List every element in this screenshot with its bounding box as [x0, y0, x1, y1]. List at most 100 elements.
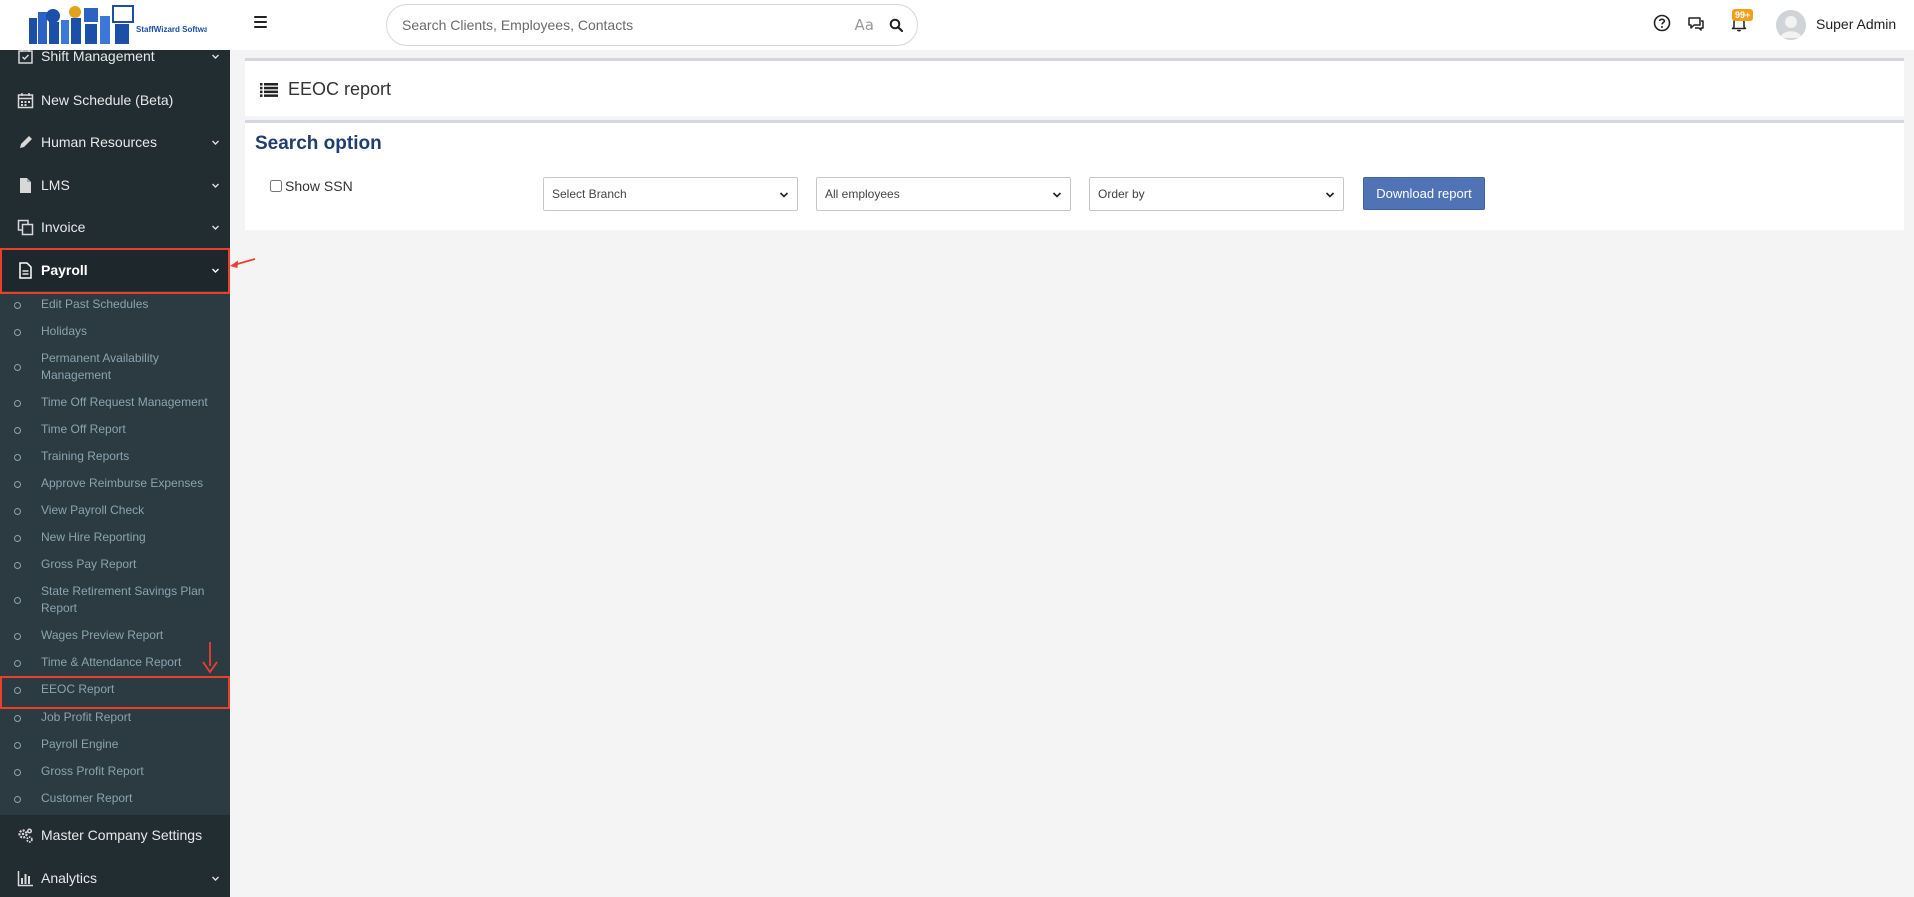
- logo-text: StaffWizard Software: [136, 25, 207, 34]
- copy-icon: [17, 219, 34, 235]
- submenu-item-job-profit[interactable]: Job Profit Report: [0, 709, 230, 726]
- sidebar-item-label: Master Company Settings: [41, 827, 203, 843]
- notification-badge: 99+: [1732, 9, 1754, 21]
- chevron-down-icon: [779, 192, 789, 198]
- circle-icon: [14, 400, 21, 407]
- submenu-item-customer-report[interactable]: Customer Report: [0, 790, 230, 807]
- download-report-button[interactable]: Download report: [1363, 177, 1485, 210]
- chevron-down-icon: [1325, 192, 1335, 198]
- sidebar-item-label: LMS: [41, 177, 70, 193]
- sidebar-item-payroll[interactable]: Payroll: [0, 249, 230, 291]
- submenu-item-holidays[interactable]: Holidays: [0, 323, 230, 340]
- global-search: Aa: [386, 4, 918, 46]
- submenu-item-state-retirement[interactable]: State Retirement Savings Plan Report: [0, 583, 230, 617]
- circle-icon: [14, 687, 21, 694]
- circle-icon: [14, 481, 21, 488]
- submenu-item-permanent-availability[interactable]: Permanent Availability Management: [0, 350, 230, 384]
- file-icon: [20, 177, 31, 193]
- pencil-icon: [20, 135, 32, 148]
- submenu-item-edit-past-schedules[interactable]: Edit Past Schedules: [0, 296, 230, 313]
- submenu-item-training-reports[interactable]: Training Reports: [0, 448, 230, 465]
- chevron-down-icon: [212, 183, 219, 188]
- chevron-down-icon: [212, 268, 219, 273]
- list-icon: [260, 83, 278, 97]
- sidebar-item-label: Analytics: [41, 870, 98, 886]
- circle-icon: [14, 660, 21, 667]
- sidebar-item-label: Human Resources: [41, 134, 157, 150]
- document-icon: [19, 261, 32, 279]
- circle-icon: [14, 302, 21, 309]
- circle-icon: [14, 427, 21, 434]
- circle-icon: [14, 796, 21, 803]
- submenu-item-eeoc-report[interactable]: EEOC Report: [0, 681, 230, 698]
- order-by-select[interactable]: Order by: [1089, 177, 1344, 211]
- staffwizard-logo[interactable]: StaffWizard Software: [27, 2, 216, 46]
- avatar[interactable]: [1776, 10, 1806, 40]
- circle-icon: [14, 742, 21, 749]
- submenu-item-gross-profit[interactable]: Gross Profit Report: [0, 763, 230, 780]
- page-title: EEOC report: [288, 79, 392, 99]
- branch-select-value: Select Branch: [552, 187, 627, 201]
- payroll-submenu: Edit Past Schedules Holidays Permanent A…: [0, 291, 230, 815]
- circle-icon: [14, 597, 21, 604]
- employees-select-value: All employees: [825, 187, 900, 201]
- top-bar: StaffWizard Software Aa 99+ Super Admin: [0, 0, 1914, 50]
- submenu-item-time-off-request[interactable]: Time Off Request Management: [0, 394, 230, 411]
- calendar-check-icon: [18, 50, 33, 64]
- search-input[interactable]: [402, 17, 855, 33]
- sidebar-item-analytics[interactable]: Analytics: [0, 857, 230, 897]
- sidebar-item-label: Payroll: [41, 262, 88, 278]
- sidebar-item-new-schedule[interactable]: New Schedule (Beta): [0, 79, 230, 121]
- page-title-panel: EEOC report: [245, 58, 1904, 116]
- chevron-down-icon: [212, 876, 219, 881]
- submenu-item-time-attendance[interactable]: Time & Attendance Report: [0, 654, 230, 671]
- sidebar: Shift Management New Schedule (Beta) Hum…: [0, 50, 230, 897]
- submenu-item-wages-preview[interactable]: Wages Preview Report: [0, 627, 230, 644]
- submenu-item-payroll-engine[interactable]: Payroll Engine: [0, 736, 230, 753]
- branch-select[interactable]: Select Branch: [543, 177, 798, 211]
- match-case-toggle[interactable]: Aa: [855, 16, 874, 34]
- search-icon[interactable]: [889, 18, 903, 32]
- submenu-item-time-off-report[interactable]: Time Off Report: [0, 421, 230, 438]
- user-name[interactable]: Super Admin: [1816, 16, 1896, 32]
- help-icon[interactable]: [1653, 14, 1671, 32]
- circle-icon: [14, 769, 21, 776]
- circle-icon: [14, 454, 21, 461]
- calendar-icon: [17, 92, 34, 108]
- circle-icon: [14, 329, 21, 336]
- sidebar-item-master-company-settings[interactable]: Master Company Settings: [0, 814, 230, 856]
- search-options-panel: Search option Show SSN Select Branch All…: [245, 120, 1904, 230]
- circle-icon: [14, 508, 21, 515]
- submenu-item-gross-pay-report[interactable]: Gross Pay Report: [0, 556, 230, 573]
- circle-icon: [14, 562, 21, 569]
- circle-icon: [14, 535, 21, 542]
- search-option-heading: Search option: [255, 133, 382, 154]
- gears-icon: [18, 827, 33, 843]
- sidebar-toggle-icon[interactable]: [254, 15, 267, 29]
- circle-icon: [14, 715, 21, 722]
- submenu-item-new-hire-reporting[interactable]: New Hire Reporting: [0, 529, 230, 546]
- sidebar-item-label: Invoice: [41, 219, 86, 235]
- sidebar-item-label: New Schedule (Beta): [41, 92, 174, 108]
- chevron-down-icon: [212, 140, 219, 145]
- chevron-down-icon: [1052, 192, 1062, 198]
- order-by-select-value: Order by: [1098, 187, 1145, 201]
- employees-select[interactable]: All employees: [816, 177, 1071, 211]
- submenu-item-approve-reimburse[interactable]: Approve Reimburse Expenses: [0, 475, 230, 492]
- show-ssn-checkbox[interactable]: [270, 180, 282, 192]
- chat-icon[interactable]: [1687, 14, 1705, 32]
- submenu-item-view-payroll-check[interactable]: View Payroll Check: [0, 502, 230, 519]
- chevron-down-icon: [212, 54, 219, 59]
- circle-icon: [14, 633, 21, 640]
- sidebar-item-invoice[interactable]: Invoice: [0, 206, 230, 248]
- sidebar-item-shift-management[interactable]: Shift Management: [0, 50, 230, 77]
- annotation-arrow-icon: [230, 258, 256, 268]
- show-ssn-option[interactable]: Show SSN: [270, 178, 353, 194]
- circle-icon: [14, 364, 21, 371]
- sidebar-item-human-resources[interactable]: Human Resources: [0, 121, 230, 163]
- show-ssn-label: Show SSN: [285, 178, 353, 194]
- bar-chart-icon: [17, 870, 33, 886]
- sidebar-item-lms[interactable]: LMS: [0, 164, 230, 206]
- sidebar-item-label: Shift Management: [41, 50, 155, 64]
- chevron-down-icon: [212, 225, 219, 230]
